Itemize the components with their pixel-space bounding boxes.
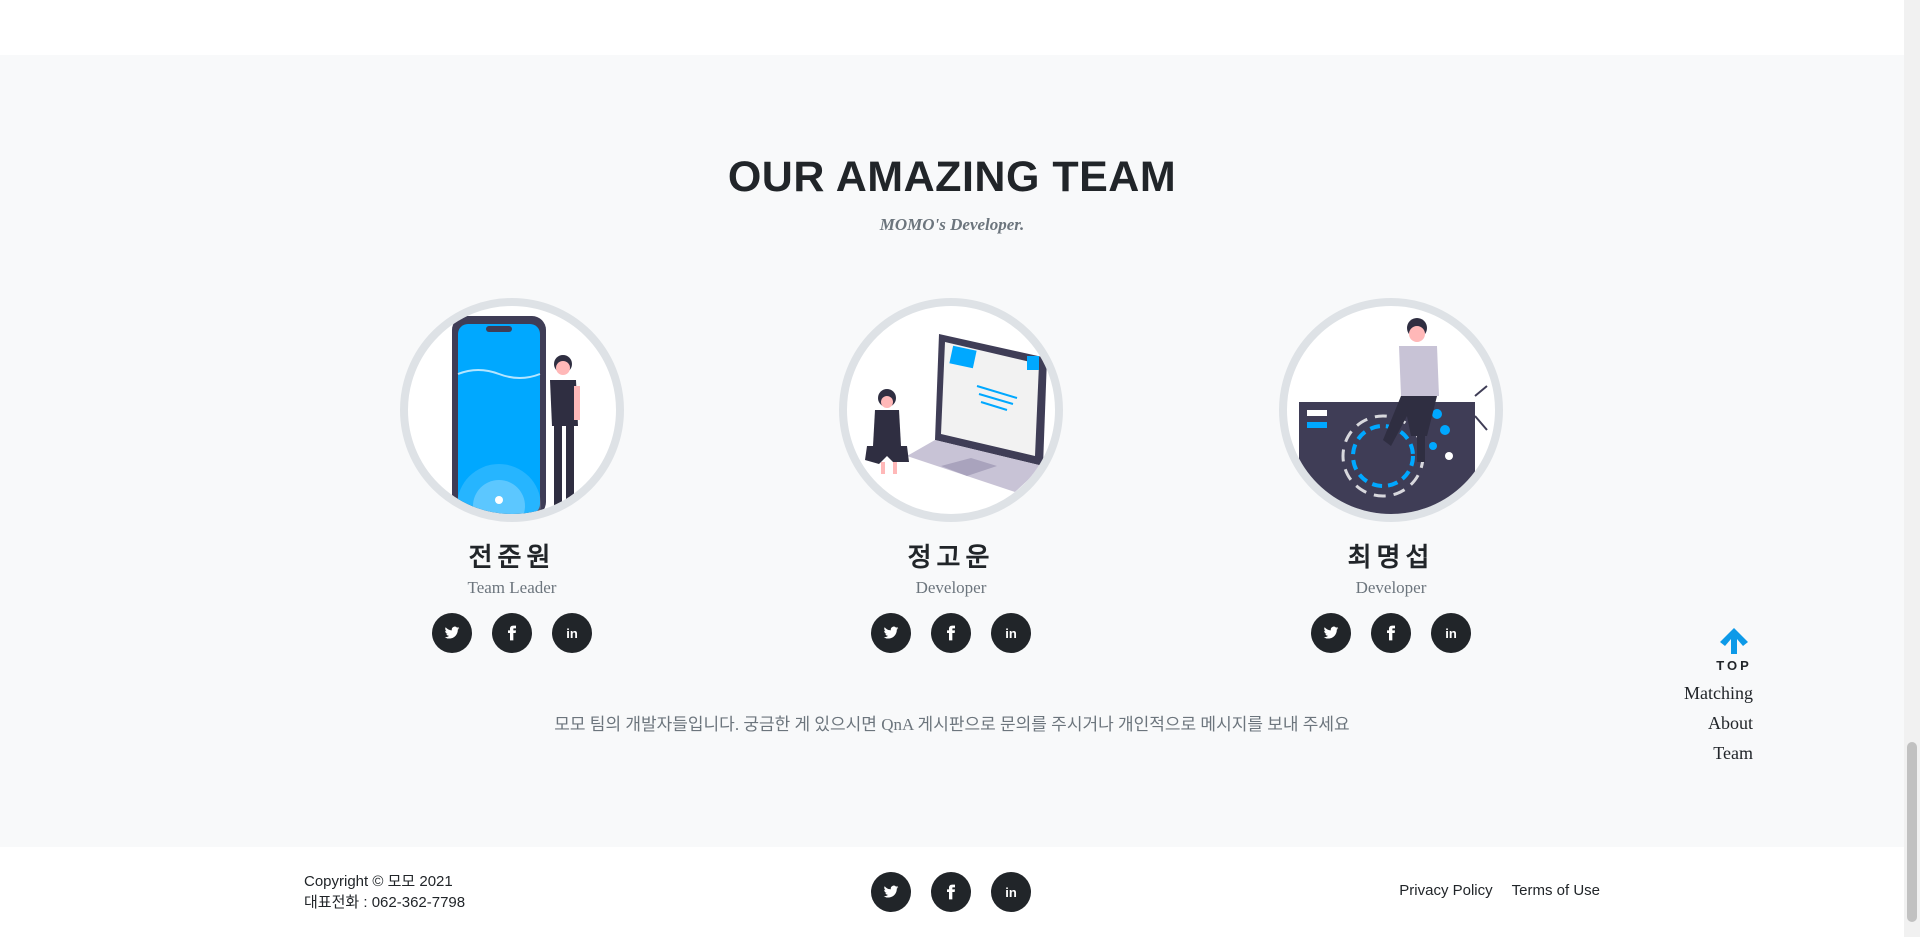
footer-facebook-button[interactable] — [931, 872, 971, 912]
twitter-icon — [883, 626, 899, 639]
terms-of-use-link[interactable]: Terms of Use — [1512, 882, 1600, 899]
member-role: Team Leader — [467, 578, 557, 597]
member-photo — [400, 298, 624, 522]
member-socials: in — [821, 613, 1081, 653]
linkedin-icon: in — [1005, 625, 1017, 641]
linkedin-button[interactable]: in — [552, 613, 592, 653]
side-nav-team[interactable]: Team — [1684, 738, 1753, 768]
phone-illustration — [452, 316, 580, 514]
linkedin-icon: in — [1005, 884, 1017, 900]
copyright-block: Copyright © 모모 2021 대표전화 : 062-362-7798 — [304, 871, 465, 913]
linkedin-button[interactable]: in — [991, 613, 1031, 653]
camera-illustration — [1299, 318, 1488, 514]
facebook-icon — [947, 625, 955, 641]
side-nav-matching[interactable]: Matching — [1684, 678, 1753, 708]
twitter-button[interactable] — [432, 613, 472, 653]
twitter-button[interactable] — [1311, 613, 1351, 653]
footer-socials: in — [871, 872, 1031, 912]
facebook-button[interactable] — [931, 613, 971, 653]
member-role: Developer — [1355, 578, 1427, 597]
member-photo — [1279, 298, 1503, 522]
side-nav: Matching About Team — [1684, 678, 1753, 768]
twitter-icon — [883, 885, 899, 898]
team-note: 모모 팀의 개발자들입니다. 궁금한 게 있으시면 QnA 게시판으로 문의를 … — [554, 715, 1350, 734]
section-subtitle: MOMO's Developer. — [879, 215, 1025, 234]
member-name: 정고운 — [907, 543, 995, 573]
member-name: 전준원 — [468, 543, 556, 573]
privacy-policy-link[interactable]: Privacy Policy — [1399, 882, 1492, 899]
facebook-icon — [947, 884, 955, 900]
linkedin-icon: in — [1445, 625, 1457, 641]
section-title: OUR AMAZING TEAM — [727, 153, 1177, 201]
member-name: 최명섭 — [1347, 543, 1435, 573]
twitter-icon — [1323, 626, 1339, 639]
phone-text: 대표전화 : 062-362-7798 — [304, 894, 466, 911]
member-socials: in — [382, 613, 642, 653]
side-nav-about[interactable]: About — [1684, 708, 1753, 738]
member-role: Developer — [915, 578, 987, 597]
top-strip — [0, 0, 1904, 55]
facebook-button[interactable] — [1371, 613, 1411, 653]
footer-links: Privacy Policy Terms of Use — [1399, 882, 1600, 899]
copyright-text: Copyright © 모모 2021 — [304, 873, 453, 890]
facebook-icon — [508, 625, 516, 641]
scroll-to-top-button[interactable]: TOP — [1710, 626, 1758, 673]
scroll-top-label: TOP — [1716, 658, 1752, 673]
arrow-up-icon — [1720, 628, 1748, 654]
team-section: OUR AMAZING TEAM MOMO's Developer. 전준원 T… — [0, 55, 1904, 847]
scrollbar-thumb[interactable] — [1907, 742, 1917, 922]
footer-linkedin-button[interactable]: in — [991, 872, 1031, 912]
twitter-icon — [444, 626, 460, 639]
team-member-card: 전준원 Team Leader in — [382, 298, 642, 653]
linkedin-button[interactable]: in — [1431, 613, 1471, 653]
member-socials: in — [1261, 613, 1521, 653]
page-scrollbar[interactable] — [1904, 0, 1920, 937]
linkedin-icon: in — [566, 625, 578, 641]
team-member-card: 정고운 Developer in — [821, 298, 1081, 653]
footer-twitter-button[interactable] — [871, 872, 911, 912]
facebook-button[interactable] — [492, 613, 532, 653]
team-member-card: 최명섭 Developer in — [1261, 298, 1521, 653]
laptop-illustration — [865, 334, 1047, 492]
twitter-button[interactable] — [871, 613, 911, 653]
facebook-icon — [1387, 625, 1395, 641]
footer: Copyright © 모모 2021 대표전화 : 062-362-7798 … — [0, 847, 1904, 937]
member-photo — [839, 298, 1063, 522]
